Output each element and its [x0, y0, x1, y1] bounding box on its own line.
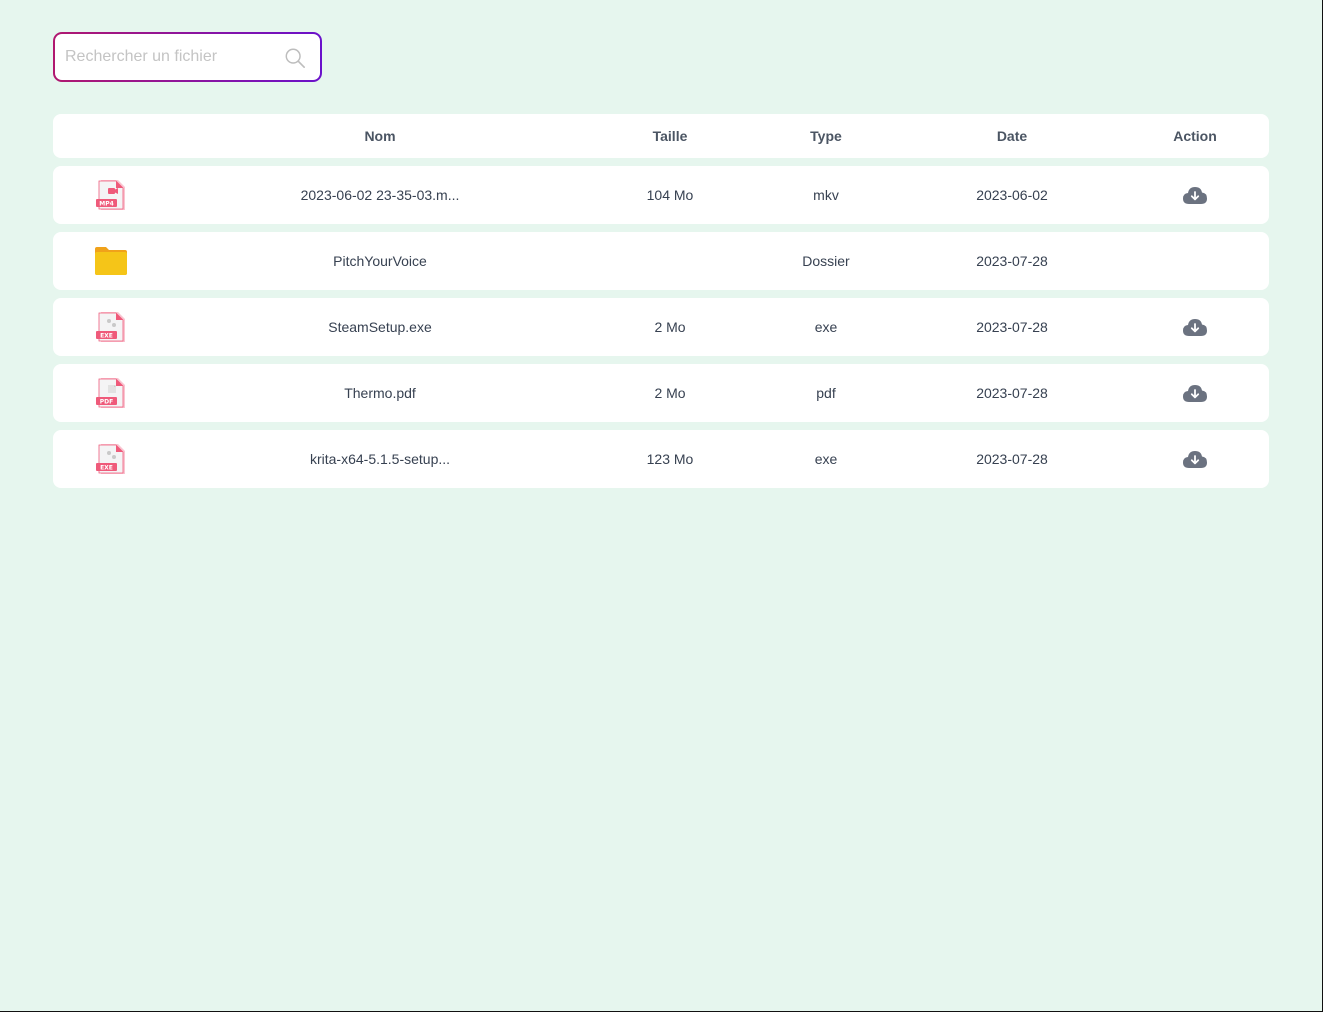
search-box-inner [55, 34, 320, 80]
download-cloud-icon[interactable] [1182, 316, 1208, 338]
table-row[interactable]: EXE SteamSetup.exe 2 Mo exe 2023-07-28 [53, 298, 1269, 356]
file-name[interactable]: PitchYourVoice [169, 253, 591, 269]
table-row[interactable]: PDF Thermo.pdf 2 Mo pdf 2023-07-28 [53, 364, 1269, 422]
file-name[interactable]: 2023-06-02 23-35-03.m... [169, 187, 591, 203]
file-date: 2023-06-02 [976, 187, 1048, 203]
file-size: 123 Mo [646, 451, 694, 467]
file-type: exe [814, 451, 838, 467]
exe-file-icon: EXE [53, 311, 169, 343]
download-cloud-icon[interactable] [1182, 448, 1208, 470]
action-cell [1121, 316, 1269, 338]
download-cloud-icon[interactable] [1182, 184, 1208, 206]
file-name[interactable]: krita-x64-5.1.5-setup... [169, 451, 591, 467]
action-cell [1121, 184, 1269, 206]
svg-text:MP4: MP4 [99, 201, 114, 208]
file-size: 2 Mo [654, 385, 686, 401]
file-name[interactable]: Thermo.pdf [169, 385, 591, 401]
svg-text:EXE: EXE [100, 465, 113, 472]
action-cell [1121, 382, 1269, 404]
header-name: Nom [364, 128, 396, 144]
file-size: 2 Mo [654, 319, 686, 335]
file-type: Dossier [802, 253, 850, 269]
exe-file-icon: EXE [53, 443, 169, 475]
file-size: 104 Mo [646, 187, 694, 203]
table-row[interactable]: PitchYourVoice Dossier 2023-07-28 [53, 232, 1269, 290]
file-type: mkv [813, 187, 839, 203]
file-date: 2023-07-28 [976, 451, 1048, 467]
search-icon[interactable] [284, 47, 306, 69]
action-cell [1121, 448, 1269, 470]
table-body: MP4 2023-06-02 23-35-03.m... 104 Mo mkv 2023… [53, 166, 1269, 488]
mp4-file-icon: MP4 [53, 179, 169, 211]
header-action: Action [1173, 128, 1217, 144]
file-date: 2023-07-28 [976, 319, 1048, 335]
table-header: Nom Taille Type Date Action [53, 114, 1269, 158]
search-input[interactable] [65, 34, 275, 80]
pdf-file-icon: PDF [53, 377, 169, 409]
table-row[interactable]: MP4 2023-06-02 23-35-03.m... 104 Mo mkv 2023… [53, 166, 1269, 224]
file-table: Nom Taille Type Date Action MP4 2023-06-0… [53, 114, 1269, 496]
file-name[interactable]: SteamSetup.exe [169, 319, 591, 335]
header-date: Date [996, 128, 1028, 144]
file-date: 2023-07-28 [976, 253, 1048, 269]
svg-text:PDF: PDF [100, 399, 113, 406]
search-box [53, 32, 322, 82]
file-type: pdf [816, 385, 836, 401]
download-cloud-icon[interactable] [1182, 382, 1208, 404]
header-type: Type [810, 128, 842, 144]
file-date: 2023-07-28 [976, 385, 1048, 401]
header-size: Taille [652, 128, 688, 144]
folder-icon [53, 246, 169, 276]
svg-text:EXE: EXE [100, 333, 113, 340]
file-type: exe [814, 319, 838, 335]
table-row[interactable]: EXE krita-x64-5.1.5-setup... 123 Mo exe 2023… [53, 430, 1269, 488]
